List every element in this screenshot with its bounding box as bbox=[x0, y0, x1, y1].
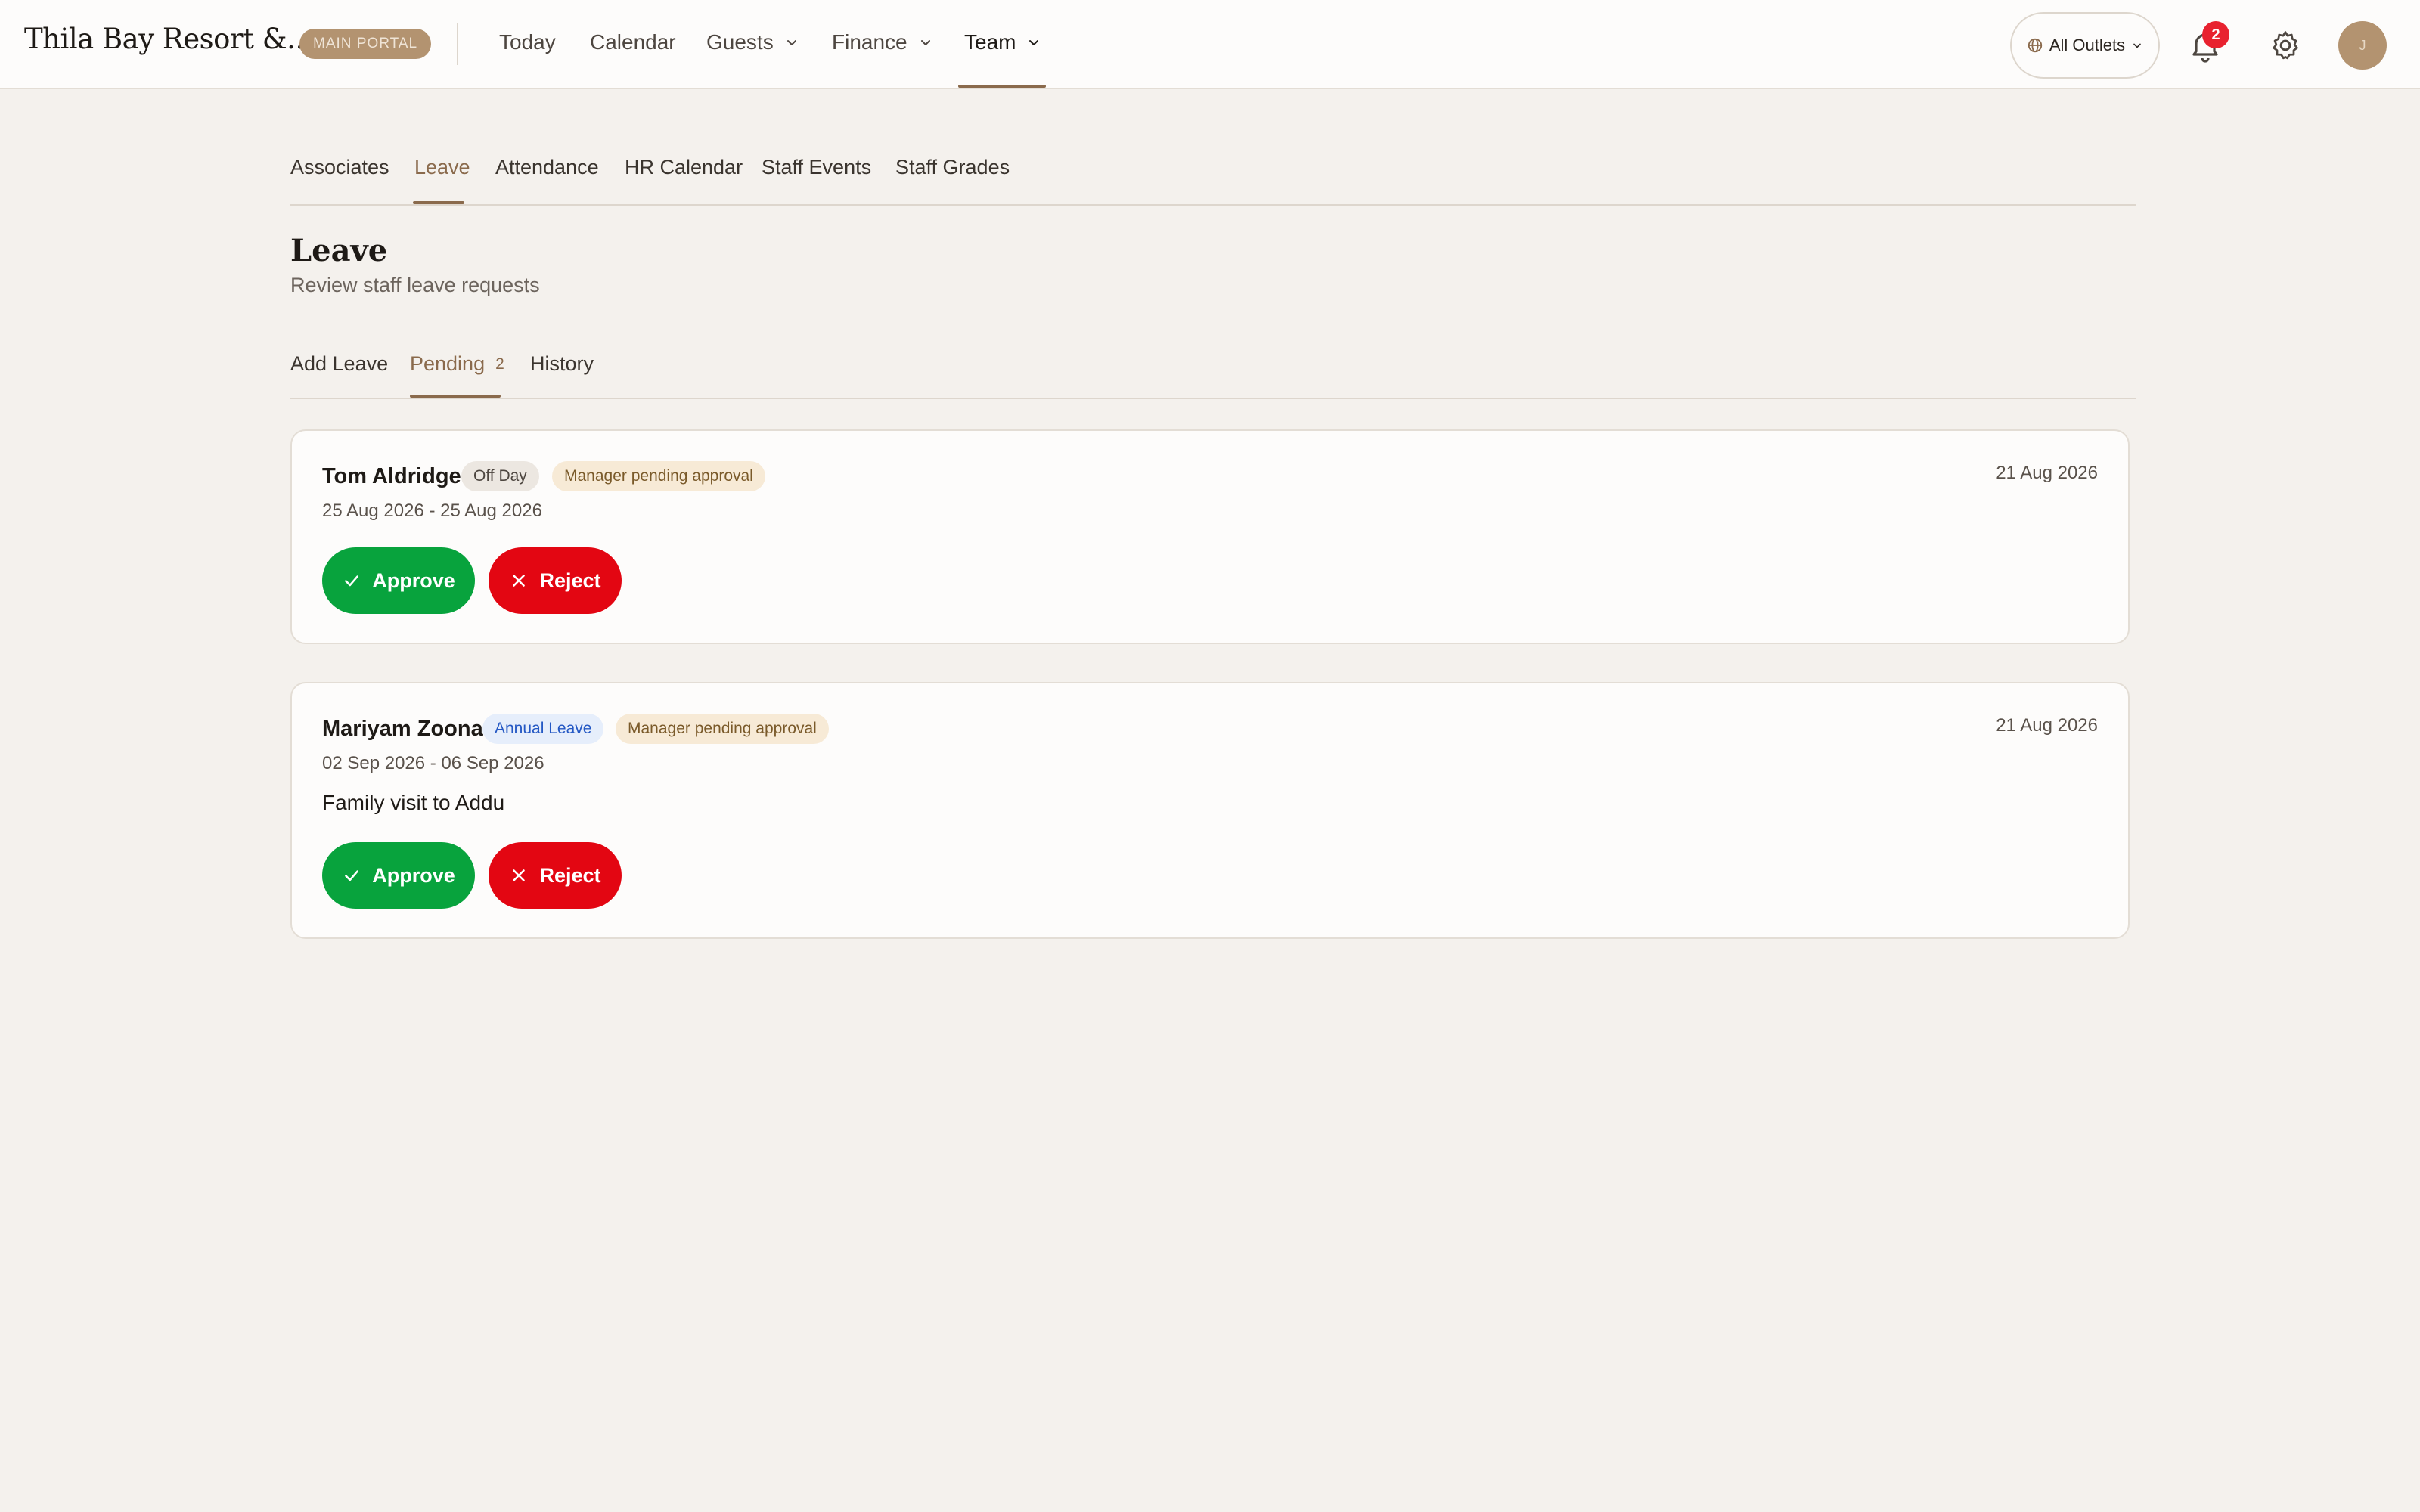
avatar[interactable]: J bbox=[2338, 21, 2387, 70]
employee-name: Tom Aldridge bbox=[322, 464, 461, 488]
check-icon bbox=[345, 870, 359, 881]
tab-staff-grades[interactable]: Staff Grades bbox=[895, 156, 1010, 179]
subtab-pending[interactable]: Pending 2 bbox=[410, 352, 504, 376]
nav-active-indicator bbox=[958, 85, 1046, 88]
nav-guests-label: Guests bbox=[706, 30, 774, 54]
leave-type-badge: Annual Leave bbox=[482, 714, 604, 744]
leave-request-card: Tom Aldridge Off Day Manager pending app… bbox=[290, 429, 2130, 644]
portal-badge[interactable]: MAIN PORTAL bbox=[299, 29, 432, 59]
reject-button[interactable]: Reject bbox=[489, 842, 622, 909]
nav-guests[interactable]: Guests bbox=[706, 30, 799, 54]
check-icon bbox=[345, 575, 359, 587]
reject-button-label: Reject bbox=[539, 863, 601, 887]
reject-button[interactable]: Reject bbox=[489, 547, 622, 614]
tab-attendance[interactable]: Attendance bbox=[495, 156, 599, 179]
reject-button-label: Reject bbox=[539, 569, 601, 592]
leave-date-range: 25 Aug 2026 - 25 Aug 2026 bbox=[322, 500, 542, 521]
chevron-down-icon bbox=[920, 40, 930, 45]
tab-associates[interactable]: Associates bbox=[290, 156, 389, 179]
leave-type-badge: Off Day bbox=[461, 461, 539, 491]
tab-hr-calendar[interactable]: HR Calendar bbox=[625, 156, 743, 179]
top-bar: Thila Bay Resort &... MAIN PORTAL Today … bbox=[0, 0, 2420, 89]
approve-button[interactable]: Approve bbox=[322, 842, 475, 909]
leave-date-range: 02 Sep 2026 - 06 Sep 2026 bbox=[322, 753, 544, 773]
chevron-down-icon bbox=[1029, 40, 1039, 45]
subtab-history[interactable]: History bbox=[530, 352, 594, 376]
subtab-history-label: History bbox=[530, 352, 594, 375]
nav-team[interactable]: Team bbox=[964, 30, 1041, 54]
pending-count-badge: 2 bbox=[495, 355, 504, 373]
brand-name[interactable]: Thila Bay Resort &... bbox=[24, 23, 312, 55]
leave-request-card: Mariyam Zoona Annual Leave Manager pendi… bbox=[290, 682, 2130, 939]
tab-staff-events[interactable]: Staff Events bbox=[762, 156, 871, 179]
section-tabs: Associates Leave Attendance HR Calendar … bbox=[290, 156, 2136, 206]
subtab-add-leave[interactable]: Add Leave bbox=[290, 352, 388, 376]
nav-today[interactable]: Today bbox=[499, 30, 556, 54]
nav-finance-label: Finance bbox=[832, 30, 908, 54]
tab-active-indicator bbox=[413, 201, 464, 204]
nav-divider bbox=[457, 23, 458, 65]
approve-button-label: Approve bbox=[372, 863, 455, 887]
chevron-down-icon bbox=[2133, 43, 2141, 48]
gear-icon[interactable] bbox=[2269, 29, 2302, 62]
close-icon bbox=[513, 575, 526, 587]
approve-button[interactable]: Approve bbox=[322, 547, 475, 614]
subtab-pending-label: Pending bbox=[410, 352, 486, 375]
status-badge: Manager pending approval bbox=[552, 461, 765, 491]
leave-sub-tabs: Add Leave Pending 2 History bbox=[290, 349, 2136, 399]
outlet-selector[interactable]: All Outlets bbox=[2010, 12, 2160, 79]
status-badge: Manager pending approval bbox=[616, 714, 829, 744]
notification-badge: 2 bbox=[2202, 21, 2229, 48]
employee-name: Mariyam Zoona bbox=[322, 717, 483, 741]
outlet-selector-label: All Outlets bbox=[2049, 36, 2126, 54]
page-subtitle: Review staff leave requests bbox=[290, 274, 540, 296]
nav-finance[interactable]: Finance bbox=[832, 30, 933, 54]
leave-note: Family visit to Addu bbox=[322, 791, 505, 814]
page-title: Leave bbox=[290, 233, 388, 268]
nav-calendar[interactable]: Calendar bbox=[590, 30, 676, 54]
close-icon bbox=[513, 869, 526, 881]
globe-icon bbox=[2028, 38, 2043, 53]
submitted-date: 21 Aug 2026 bbox=[1996, 715, 2098, 736]
nav-calendar-label: Calendar bbox=[590, 30, 676, 54]
approve-button-label: Approve bbox=[372, 569, 455, 592]
subtab-add-leave-label: Add Leave bbox=[290, 352, 389, 375]
submitted-date: 21 Aug 2026 bbox=[1996, 463, 2098, 483]
chevron-down-icon bbox=[786, 40, 796, 45]
nav-team-label: Team bbox=[964, 30, 1016, 54]
tab-leave[interactable]: Leave bbox=[414, 156, 470, 179]
nav-today-label: Today bbox=[499, 30, 556, 54]
subtab-active-indicator bbox=[410, 395, 501, 398]
